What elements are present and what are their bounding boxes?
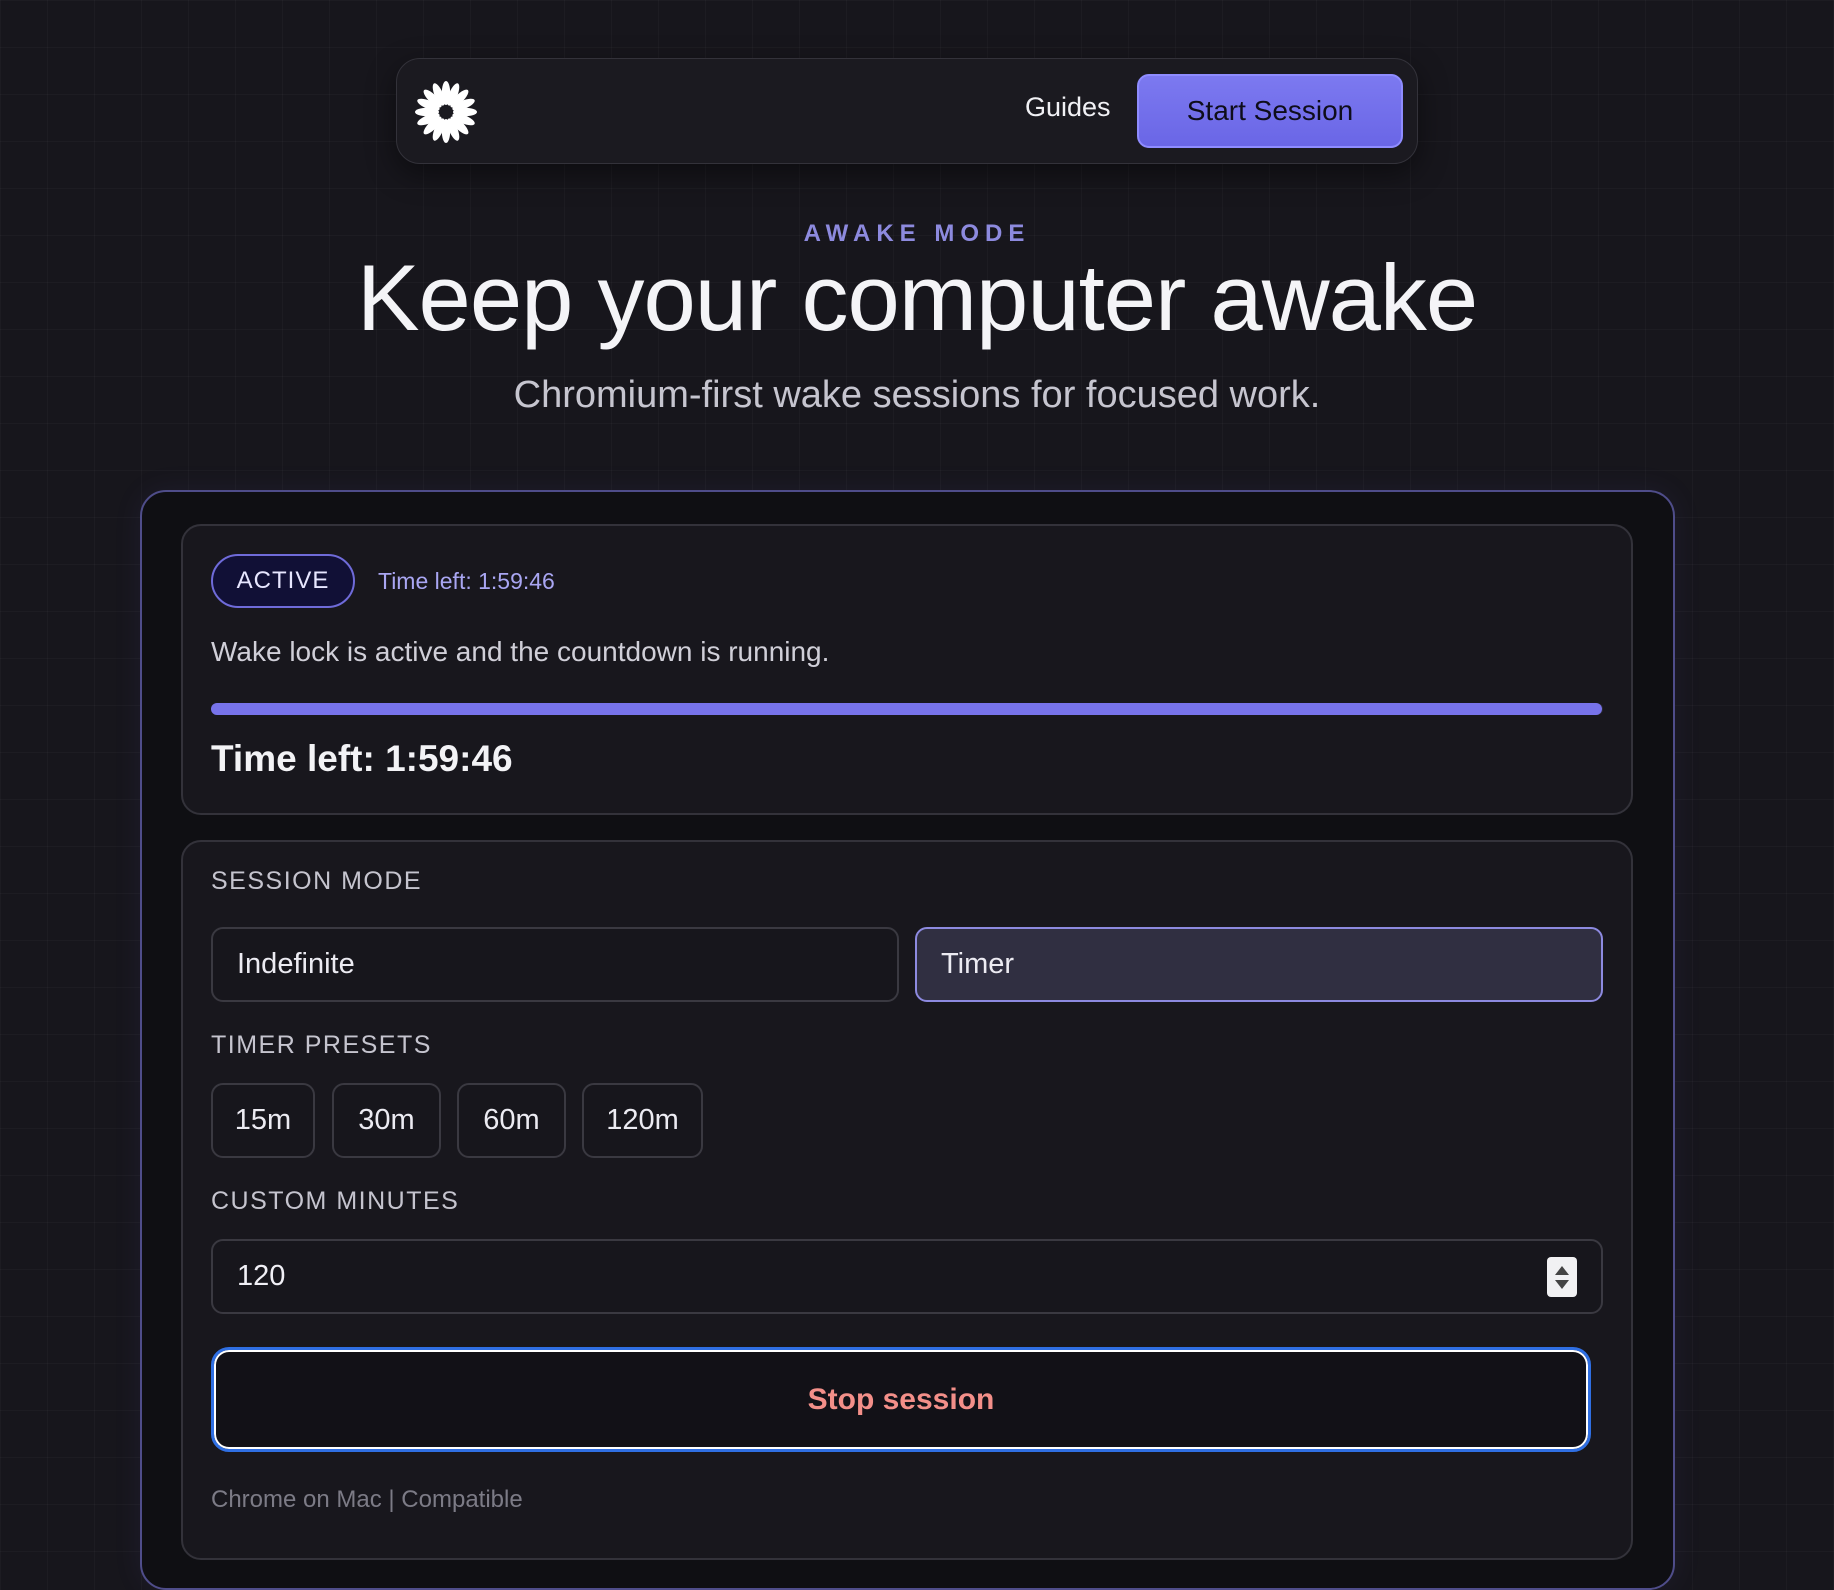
custom-minutes-input[interactable]: 120 [211, 1239, 1603, 1314]
stepper-down-icon[interactable] [1555, 1279, 1569, 1289]
stepper-up-icon[interactable] [1555, 1265, 1569, 1275]
controls-card: SESSION MODE Indefinite Timer TIMER PRES… [181, 840, 1633, 1560]
countdown-progress-bar [211, 703, 1603, 715]
page-title: Keep your computer awake [356, 245, 1478, 350]
custom-minutes-label: CUSTOM MINUTES [211, 1187, 460, 1215]
number-stepper[interactable] [1547, 1257, 1577, 1297]
guides-link[interactable]: Guides [1025, 92, 1111, 123]
status-badge: ACTIVE [211, 554, 355, 608]
custom-minutes-value: 120 [237, 1260, 286, 1292]
countdown-progress-fill [211, 703, 1602, 715]
time-left-small: Time left: 1:59:46 [378, 568, 555, 594]
page-subtitle: Chromium-first wake sessions for focused… [513, 374, 1321, 416]
top-nav: Guides Start Session [396, 58, 1418, 164]
mode-timer-button[interactable]: Timer [915, 927, 1603, 1002]
asterisk-flower-logo-icon[interactable] [411, 77, 481, 147]
preset-15m-button[interactable]: 15m [211, 1083, 315, 1158]
status-card: ACTIVE Time left: 1:59:46 Wake lock is a… [181, 524, 1633, 815]
session-mode-label: SESSION MODE [211, 867, 423, 895]
compatibility-text: Chrome on Mac | Compatible [211, 1486, 523, 1513]
stop-session-button[interactable]: Stop session [211, 1347, 1591, 1452]
timer-presets-label: TIMER PRESETS [211, 1031, 432, 1059]
mode-indefinite-button[interactable]: Indefinite [211, 927, 899, 1002]
preset-30m-button[interactable]: 30m [332, 1083, 441, 1158]
time-left-large: Time left: 1:59:46 [211, 738, 513, 779]
start-session-button[interactable]: Start Session [1137, 74, 1403, 148]
status-message: Wake lock is active and the countdown is… [211, 636, 830, 667]
preset-60m-button[interactable]: 60m [457, 1083, 566, 1158]
eyebrow-label: AWAKE MODE [803, 220, 1031, 247]
preset-120m-button[interactable]: 120m [582, 1083, 703, 1158]
